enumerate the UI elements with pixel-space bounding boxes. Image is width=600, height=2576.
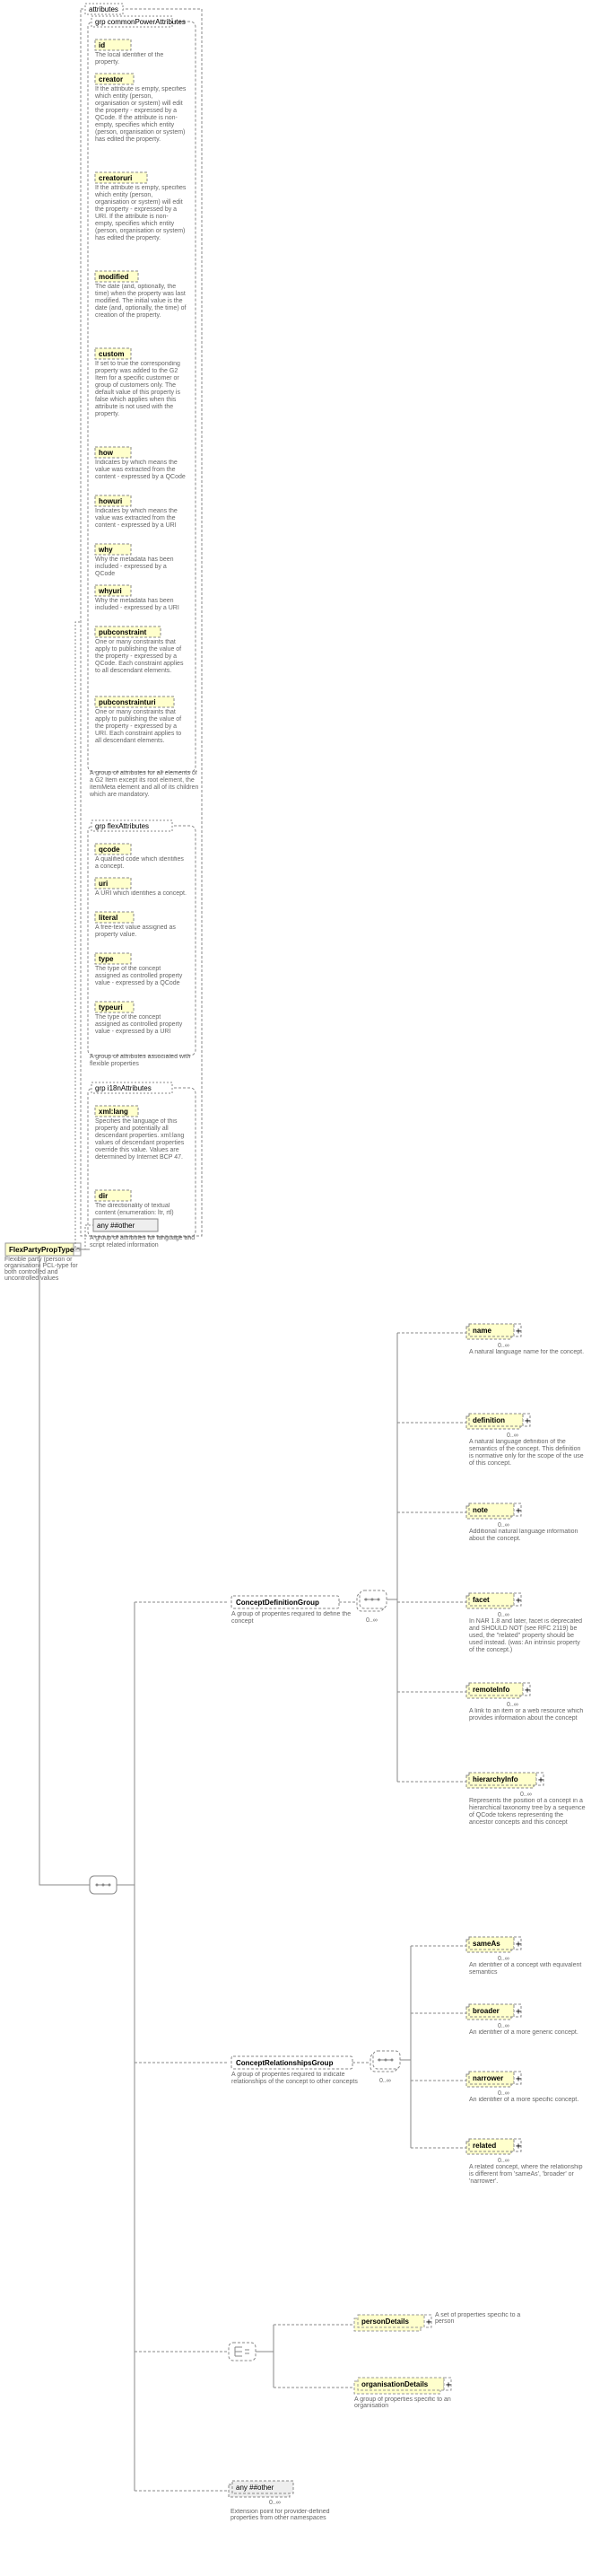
svg-text:0..∞: 0..∞	[498, 2023, 509, 2029]
org-details-name: organisationDetails	[361, 2380, 429, 2388]
svg-text:0..∞: 0..∞	[379, 2078, 391, 2084]
svg-text:grp commonPowerAttributes: grp commonPowerAttributes	[95, 18, 186, 26]
svg-text:creator: creator	[99, 75, 123, 83]
svg-text:0..∞: 0..∞	[498, 1343, 509, 1349]
svg-text:remoteInfo: remoteInfo	[473, 1686, 509, 1694]
svg-text:definition: definition	[473, 1416, 505, 1424]
svg-text:+: +	[516, 1596, 521, 1606]
svg-text:0..∞: 0..∞	[520, 1792, 532, 1798]
svg-text:0..∞: 0..∞	[498, 2158, 509, 2164]
svg-text:broader: broader	[473, 2007, 500, 2015]
svg-text:ConceptRelationshipsGroup: ConceptRelationshipsGroup	[236, 2059, 334, 2067]
svg-text:pubconstrainturi: pubconstrainturi	[99, 698, 156, 706]
ext-any-name: any ##other	[236, 2484, 274, 2492]
root-sequence-compositor	[90, 1876, 117, 1894]
svg-text:+: +	[538, 1775, 543, 1785]
svg-text:whyuri: whyuri	[98, 587, 122, 595]
person-details-desc: A set of properties specific to a person	[435, 2312, 534, 2325]
svg-text:+: +	[525, 1416, 530, 1426]
concept-relationships-group: ConceptRelationshipsGroupA group of prop…	[231, 1937, 586, 2218]
svg-text:type: type	[99, 955, 114, 963]
svg-text:related: related	[473, 2142, 496, 2150]
svg-text:creatoruri: creatoruri	[99, 174, 132, 182]
svg-text:+: +	[446, 2380, 451, 2390]
flex-attributes-group: grp flexAttributesqcodeA qualified code …	[88, 820, 201, 1077]
svg-text:0..∞: 0..∞	[498, 1522, 509, 1529]
svg-text:0..∞: 0..∞	[498, 1956, 509, 1962]
svg-text:note: note	[473, 1506, 488, 1514]
any-other-attr: any ##other	[97, 1222, 135, 1230]
svg-text:ConceptDefinitionGroup: ConceptDefinitionGroup	[236, 1599, 319, 1607]
svg-text:grp flexAttributes: grp flexAttributes	[95, 822, 149, 830]
svg-text:modified: modified	[99, 273, 128, 281]
ext-desc: Extension point for provider-defined pro…	[230, 2509, 338, 2521]
svg-text:typeuri: typeuri	[99, 1003, 123, 1012]
svg-text:+: +	[516, 1940, 521, 1950]
svg-text:0..∞: 0..∞	[498, 1612, 509, 1618]
svg-text:qcode: qcode	[99, 846, 120, 854]
svg-text:facet: facet	[473, 1596, 490, 1604]
ext-card: 0..∞	[269, 2500, 281, 2506]
svg-text:+: +	[426, 2318, 431, 2327]
svg-text:hierarchyInfo: hierarchyInfo	[473, 1775, 518, 1783]
svg-text:0..∞: 0..∞	[507, 1702, 518, 1708]
svg-text:+: +	[516, 1506, 521, 1516]
i18n-attributes-group: grp i18nAttributesxml:langSpecifies the …	[88, 1082, 201, 1258]
svg-text:sameAs: sameAs	[473, 1940, 500, 1948]
svg-text:narrower: narrower	[473, 2074, 503, 2082]
root-type-desc: Flexible party (person or organisation) …	[4, 1257, 78, 1282]
concept-definition-group: ConceptDefinitionGroupA group of properi…	[231, 1324, 586, 1852]
root-type-name: FlexPartyPropType	[9, 1246, 74, 1254]
svg-text:0..∞: 0..∞	[498, 2090, 509, 2097]
svg-text:0..∞: 0..∞	[366, 1617, 378, 1624]
schema-diagram: attributes grp commonPowerAttributesidTh…	[0, 0, 600, 2576]
org-details-desc: A group of properties specific to an org…	[354, 2396, 471, 2409]
svg-text:howuri: howuri	[99, 497, 122, 505]
svg-text:grp i18nAttributes: grp i18nAttributes	[95, 1084, 152, 1092]
svg-text:literal: literal	[99, 914, 117, 922]
svg-text:why: why	[98, 546, 113, 554]
svg-text:+: +	[516, 1327, 521, 1336]
svg-text:dir: dir	[99, 1192, 108, 1200]
svg-text:uri: uri	[99, 880, 108, 888]
svg-text:name: name	[473, 1327, 491, 1335]
svg-text:+: +	[525, 1686, 530, 1695]
svg-text:xml:lang: xml:lang	[99, 1108, 128, 1116]
common-power-attributes-group: grp commonPowerAttributesidThe local ide…	[88, 16, 201, 815]
svg-text:+: +	[516, 2007, 521, 2017]
svg-text:id: id	[99, 41, 105, 49]
svg-text:+: +	[516, 2142, 521, 2151]
svg-text:custom: custom	[99, 350, 124, 358]
attributes-legend: attributes	[89, 5, 118, 13]
svg-text:how: how	[99, 449, 114, 457]
svg-text:pubconstraint: pubconstraint	[99, 628, 147, 636]
person-details-name: personDetails	[361, 2318, 409, 2326]
details-choice-compositor	[229, 2343, 256, 2361]
svg-text:+: +	[516, 2074, 521, 2084]
svg-text:0..∞: 0..∞	[507, 1433, 518, 1439]
